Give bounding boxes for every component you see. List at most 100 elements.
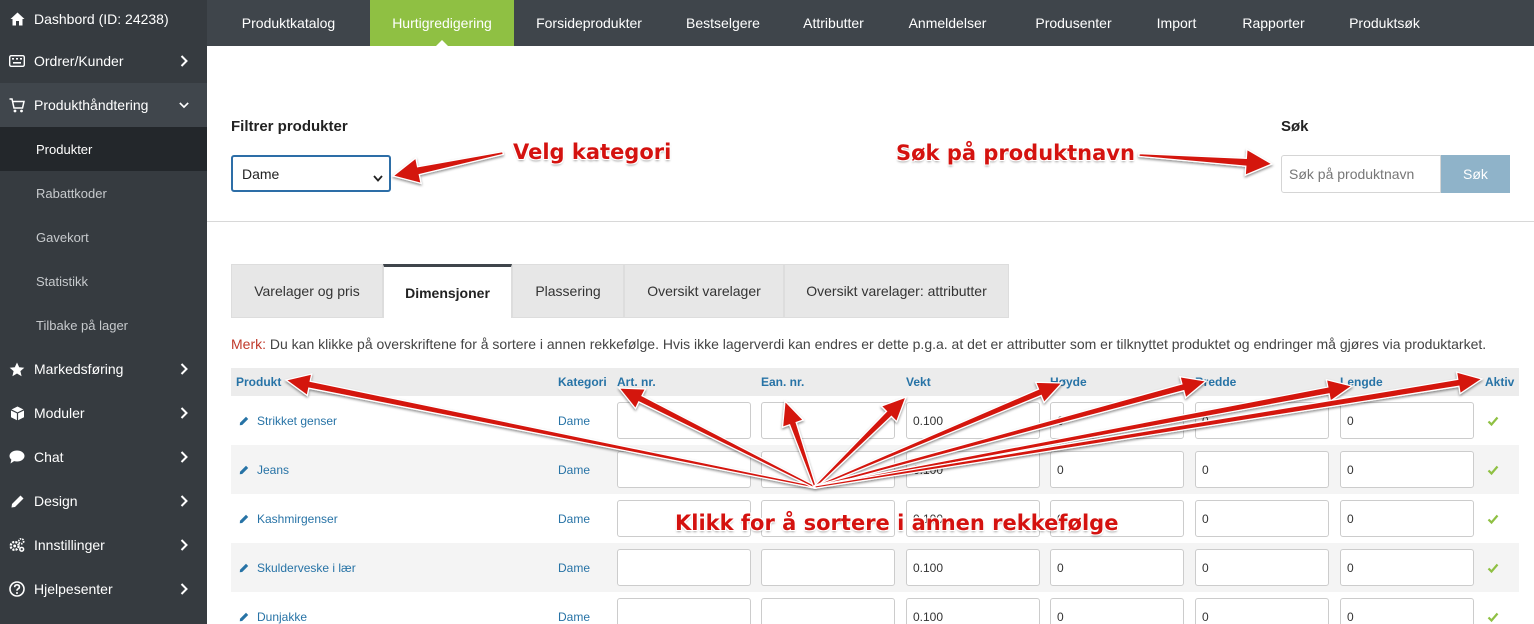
art-nr-input[interactable]: [617, 402, 751, 439]
length-input[interactable]: [1340, 402, 1474, 439]
tab-plassering[interactable]: Plassering: [512, 264, 624, 318]
tab-attributter[interactable]: Attributter: [782, 0, 885, 46]
active-check-icon[interactable]: [1487, 415, 1499, 427]
category-link[interactable]: Dame: [558, 512, 590, 526]
sidebar-item-chat[interactable]: Chat: [0, 435, 207, 479]
category-select-value: Dame: [242, 165, 280, 182]
header-produkt[interactable]: Produkt: [236, 375, 281, 389]
tab-oversikt-varelager-attributter[interactable]: Oversikt varelager: attributter: [784, 264, 1009, 318]
chevron-down-icon: [373, 169, 383, 185]
product-name-link[interactable]: Strikket genser: [257, 414, 337, 428]
height-input[interactable]: [1050, 549, 1184, 586]
product-name-link[interactable]: Skulderveske i lær: [257, 561, 356, 575]
top-navigation: Produktkatalog Hurtigredigering Forsidep…: [207, 0, 1534, 47]
pencil-icon: [9, 493, 25, 509]
tab-anmeldelser[interactable]: Anmeldelser: [885, 0, 1010, 46]
art-nr-input[interactable]: [617, 451, 751, 488]
sidebar-item-label: Innstillinger: [34, 537, 105, 553]
sidebar-sub-statistikk[interactable]: Statistikk: [0, 259, 207, 303]
header-vekt[interactable]: Vekt: [906, 375, 931, 389]
tab-varelager-og-pris[interactable]: Varelager og pris: [231, 264, 383, 318]
header-ean-nr[interactable]: Ean. nr.: [761, 375, 804, 389]
length-input[interactable]: [1340, 549, 1474, 586]
sidebar-item-hjelpesenter[interactable]: Hjelpesenter: [0, 567, 207, 611]
length-input[interactable]: [1340, 500, 1474, 537]
edit-pencil-icon[interactable]: [239, 612, 249, 622]
tab-label: Hurtigredigering: [392, 15, 492, 31]
search-button[interactable]: Søk: [1441, 155, 1510, 193]
header-bredde[interactable]: Bredde: [1195, 375, 1236, 389]
chevron-right-icon: [179, 55, 189, 67]
width-input[interactable]: [1195, 500, 1329, 537]
annotation-arrow: [391, 150, 505, 185]
edit-pencil-icon[interactable]: [239, 465, 249, 475]
sidebar-sub-rabattkoder[interactable]: Rabattkoder: [0, 171, 207, 215]
header-kategori[interactable]: Kategori: [558, 375, 607, 389]
weight-input[interactable]: [906, 451, 1040, 488]
sidebar-item-innstillinger[interactable]: Innstillinger: [0, 523, 207, 567]
tab-dimensjoner[interactable]: Dimensjoner: [383, 264, 512, 318]
sidebar-item-markedsforing[interactable]: Markedsføring: [0, 347, 207, 391]
sidebar-item-dashboard[interactable]: Dashbord (ID: 24238): [0, 0, 207, 38]
sidebar-item-moduler[interactable]: Moduler: [0, 391, 207, 435]
sidebar-sub-produkter[interactable]: Produkter: [0, 127, 207, 171]
art-nr-input[interactable]: [617, 598, 751, 624]
length-input[interactable]: [1340, 598, 1474, 624]
tab-produktsok[interactable]: Produktsøk: [1331, 0, 1438, 46]
tab-hurtigredigering[interactable]: Hurtigredigering: [370, 0, 514, 47]
header-lengde[interactable]: Lengde: [1340, 375, 1383, 389]
active-check-icon[interactable]: [1487, 513, 1499, 525]
length-input[interactable]: [1340, 451, 1474, 488]
tab-label: Oversikt varelager: [647, 283, 761, 299]
weight-input[interactable]: [906, 549, 1040, 586]
product-name-link[interactable]: Jeans: [257, 463, 289, 477]
sidebar-item-design[interactable]: Design: [0, 479, 207, 523]
category-link[interactable]: Dame: [558, 414, 590, 428]
height-input[interactable]: [1050, 451, 1184, 488]
art-nr-input[interactable]: [617, 549, 751, 586]
width-input[interactable]: [1195, 598, 1329, 624]
tab-produktkatalog[interactable]: Produktkatalog: [207, 0, 370, 46]
ean-nr-input[interactable]: [761, 451, 895, 488]
tab-oversikt-varelager[interactable]: Oversikt varelager: [624, 264, 784, 318]
sidebar-item-produkthandtering[interactable]: Produkthåndtering: [0, 83, 207, 127]
sidebar-item-label: Markedsføring: [34, 361, 124, 377]
active-check-icon[interactable]: [1487, 464, 1499, 476]
category-link[interactable]: Dame: [558, 610, 590, 624]
weight-input[interactable]: [906, 402, 1040, 439]
category-link[interactable]: Dame: [558, 463, 590, 477]
weight-input[interactable]: [906, 598, 1040, 624]
edit-pencil-icon[interactable]: [239, 563, 249, 573]
home-icon: [9, 11, 25, 27]
tab-import[interactable]: Import: [1137, 0, 1216, 46]
tab-forsideprodukter[interactable]: Forsideprodukter: [514, 0, 664, 46]
sidebar-sub-tilbake-pa-lager[interactable]: Tilbake på lager: [0, 303, 207, 347]
ean-nr-input[interactable]: [761, 402, 895, 439]
active-check-icon[interactable]: [1487, 611, 1499, 623]
category-select[interactable]: Dame: [231, 155, 391, 192]
width-input[interactable]: [1195, 402, 1329, 439]
sidebar-sub-gavekort[interactable]: Gavekort: [0, 215, 207, 259]
height-input[interactable]: [1050, 402, 1184, 439]
header-art-nr[interactable]: Art. nr.: [617, 375, 656, 389]
tab-label: Anmeldelser: [908, 15, 987, 31]
tab-produsenter[interactable]: Produsenter: [1010, 0, 1137, 46]
tab-bestselgere[interactable]: Bestselgere: [664, 0, 782, 46]
category-link[interactable]: Dame: [558, 561, 590, 575]
width-input[interactable]: [1195, 451, 1329, 488]
width-input[interactable]: [1195, 549, 1329, 586]
active-check-icon[interactable]: [1487, 562, 1499, 574]
product-name-link[interactable]: Kashmirgenser: [257, 512, 338, 526]
header-aktiv[interactable]: Aktiv: [1485, 375, 1514, 389]
ean-nr-input[interactable]: [761, 598, 895, 624]
header-hoyde[interactable]: Høyde: [1050, 375, 1087, 389]
height-input[interactable]: [1050, 598, 1184, 624]
edit-pencil-icon[interactable]: [239, 514, 249, 524]
search-input[interactable]: [1281, 155, 1441, 193]
sidebar-item-ordrer[interactable]: Ordrer/Kunder: [0, 39, 207, 83]
tab-rapporter[interactable]: Rapporter: [1216, 0, 1331, 46]
ean-nr-input[interactable]: [761, 549, 895, 586]
edit-pencil-icon[interactable]: [239, 416, 249, 426]
sidebar: Dashbord (ID: 24238) Ordrer/Kunder Produ…: [0, 0, 207, 624]
product-name-link[interactable]: Dunjakke: [257, 610, 307, 624]
